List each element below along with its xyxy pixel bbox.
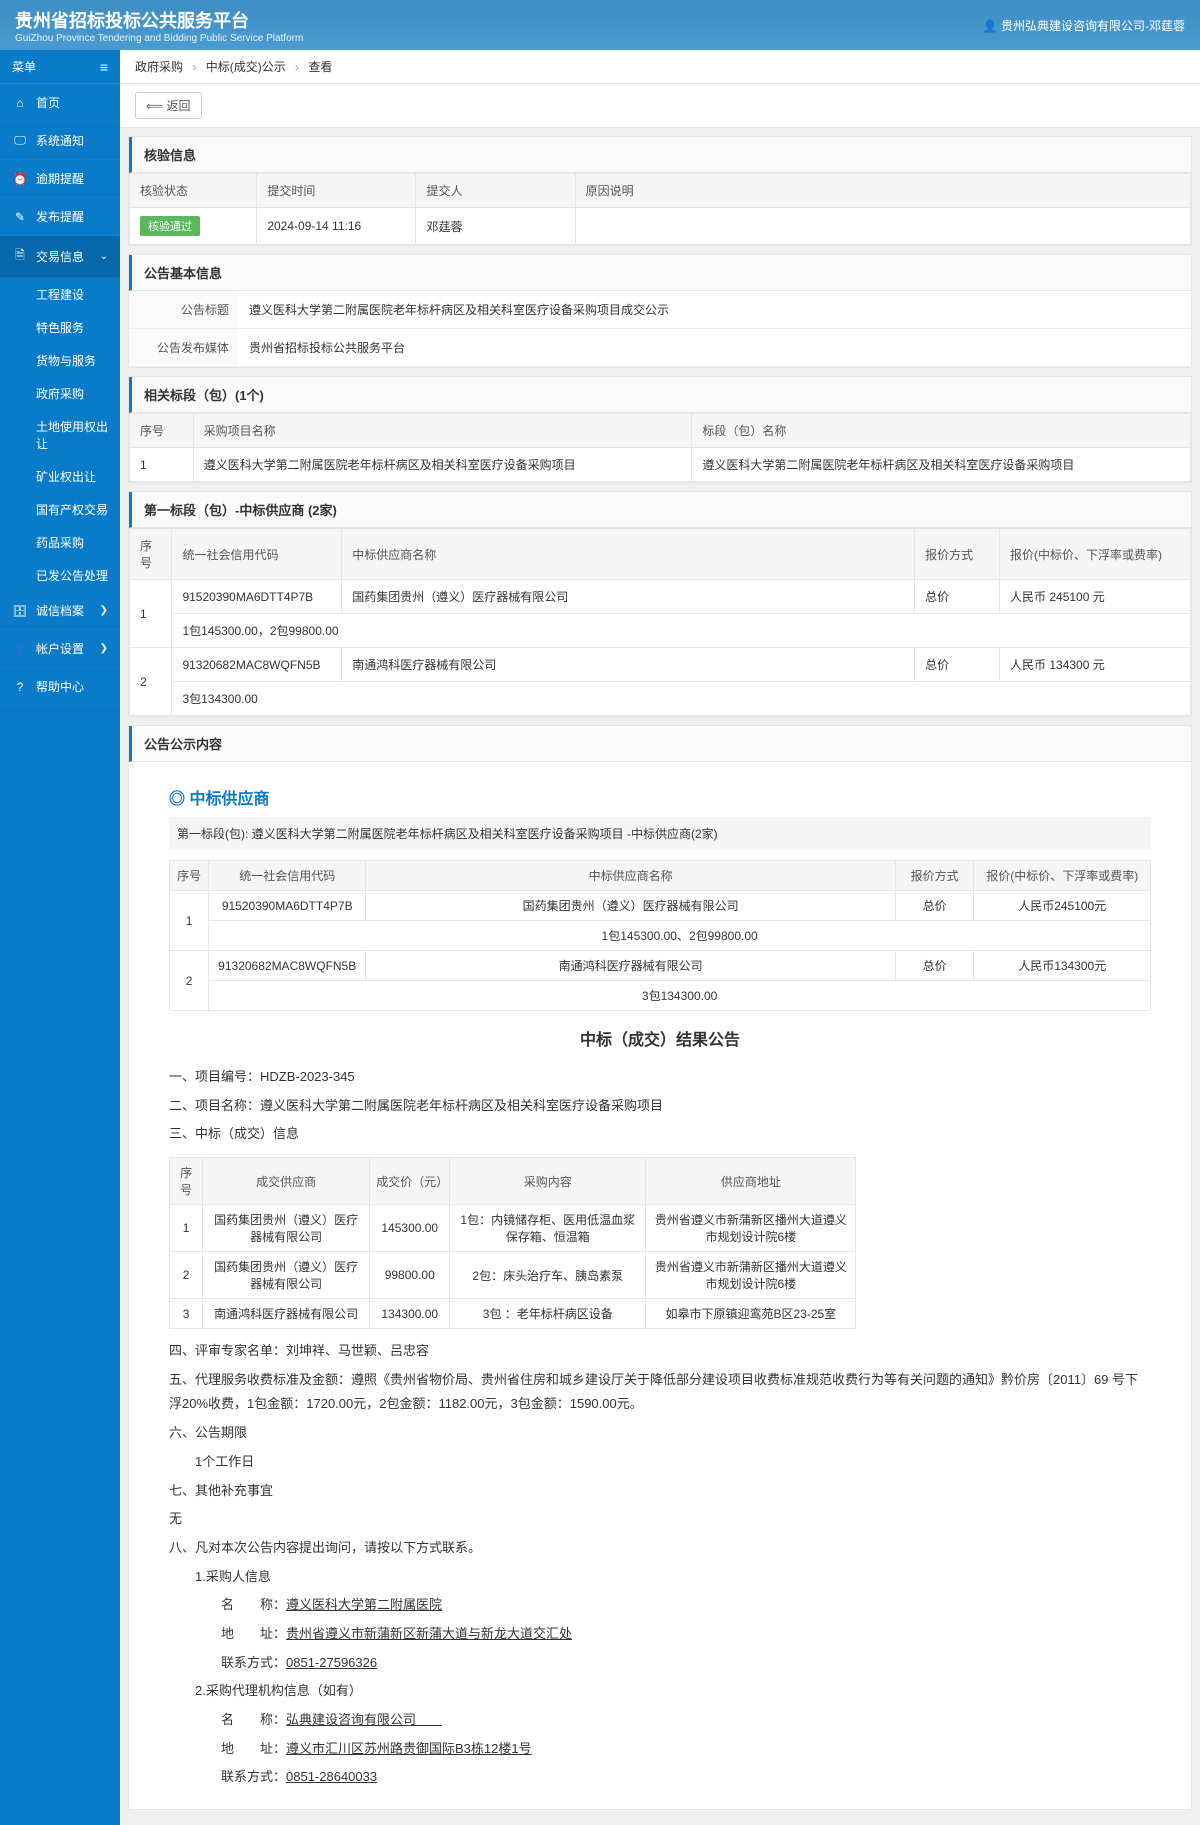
breadcrumb: 政府采购 › 中标(成交)公示 › 查看 bbox=[120, 50, 1200, 84]
verify-table: 核验状态 提交时间 提交人 原因说明 核验通过 2024-09-14 11:16… bbox=[129, 173, 1191, 245]
deal-info-h: 三、中标（成交）信息 bbox=[169, 1122, 1151, 1147]
chevron-right-icon: ❯ bbox=[100, 643, 108, 654]
sidebar: 菜单 ≡ ⌂首页🖵系统通知⏰逾期提醒✎发布提醒🗎交易信息⌄工程建设特色服务货物与… bbox=[0, 50, 120, 1825]
current-user[interactable]: 贵州弘典建设咨询有限公司-邓莛蓉 bbox=[983, 17, 1185, 34]
nav-item-0[interactable]: ⌂首页 bbox=[0, 84, 120, 122]
nav-icon: 👤 bbox=[12, 642, 28, 656]
nav-item-1[interactable]: 🖵系统通知 bbox=[0, 122, 120, 160]
buyer-h: 1.采购人信息 bbox=[169, 1565, 1151, 1590]
sub-nav-3[interactable]: 政府采购 bbox=[0, 377, 120, 410]
nav-icon: ✎ bbox=[12, 210, 28, 224]
label-announce-title: 公告标题 bbox=[129, 291, 239, 328]
app-title: 贵州省招标投标公共服务平台 bbox=[15, 11, 249, 31]
menu-label: 菜单 bbox=[12, 58, 36, 75]
sub-caption: 第一标段(包): 遵义医科大学第二附属医院老年标杆病区及相关科室医疗设备采购项目… bbox=[169, 817, 1151, 850]
crumb-1[interactable]: 政府采购 bbox=[135, 60, 183, 74]
sub-nav-4[interactable]: 土地使用权出让 bbox=[0, 410, 120, 460]
experts: 四、评审专家名单：刘坤祥、马世颖、吕忠容 bbox=[169, 1339, 1151, 1364]
related-table: 序号 采购项目名称 标段（包）名称 1 遵义医科大学第二附属医院老年标杆病区及相… bbox=[129, 413, 1191, 482]
agent-h: 2.采购代理机构信息（如有） bbox=[169, 1679, 1151, 1704]
verify-status-badge: 核验通过 bbox=[140, 216, 200, 236]
table-row: 1包145300.00，2包99800.00 bbox=[130, 614, 1191, 648]
nav-item-5[interactable]: 🗄诚信档案❯ bbox=[0, 592, 120, 630]
verify-person: 邓莛蓉 bbox=[416, 208, 575, 245]
proj-name: 二、项目名称：遵义医科大学第二附属医院老年标杆病区及相关科室医疗设备采购项目 bbox=[169, 1094, 1151, 1119]
related-panel-title: 相关标段（包）(1个) bbox=[129, 377, 1191, 413]
nav-item-4[interactable]: 🗎交易信息⌄ bbox=[0, 236, 120, 278]
deal-table: 序号成交供应商成交价（元）采购内容供应商地址1国药集团贵州（遵义）医疗器械有限公… bbox=[169, 1157, 856, 1329]
table-row: 291320682MAC8WQFN5B南通鸿科医疗器械有限公司总价人民币 134… bbox=[130, 648, 1191, 682]
other-v: 无 bbox=[169, 1507, 1151, 1532]
sub-nav-2[interactable]: 货物与服务 bbox=[0, 344, 120, 377]
table-row: 3南通鸿科医疗器械有限公司134300.003包 ：老年标杆病区设备如皋市下原镇… bbox=[170, 1299, 856, 1329]
buyer-addr: 贵州省遵义市新蒲新区新蒲大道与新龙大道交汇处 bbox=[286, 1626, 572, 1641]
buyer-name: 遵义医科大学第二附属医院 bbox=[286, 1597, 442, 1612]
table-row: 1包145300.00、2包99800.00 bbox=[170, 921, 1151, 951]
other-h: 七、其他补充事宜 bbox=[169, 1479, 1151, 1504]
agent-name: 弘典建设咨询有限公司 bbox=[286, 1712, 442, 1727]
table-row: 3包134300.00 bbox=[170, 981, 1151, 1011]
announce-supplier-table: 序号统一社会信用代码中标供应商名称报价方式报价(中标价、下浮率或费率)19152… bbox=[169, 860, 1151, 1011]
sub-nav-6[interactable]: 国有产权交易 bbox=[0, 493, 120, 526]
chevron-right-icon: ❯ bbox=[100, 605, 108, 616]
bid1-panel-title: 第一标段（包）-中标供应商 (2家) bbox=[129, 492, 1191, 528]
announce-panel-title: 公告公示内容 bbox=[129, 726, 1191, 762]
value-announce-title: 遵义医科大学第二附属医院老年标杆病区及相关科室医疗设备采购项目成交公示 bbox=[239, 291, 1191, 328]
table-row: 3包134300.00 bbox=[130, 682, 1191, 716]
app-subtitle: GuiZhou Province Tendering and Bidding P… bbox=[15, 33, 303, 44]
agent-addr: 遵义市汇川区苏州路贵御国际B3栋12楼1号 bbox=[286, 1741, 532, 1756]
table-row: 1国药集团贵州（遵义）医疗器械有限公司145300.001包：内镜储存柜、医用低… bbox=[170, 1205, 856, 1252]
nav-icon: ⏰ bbox=[12, 172, 28, 186]
period-h: 六、公告期限 bbox=[169, 1421, 1151, 1446]
verify-time: 2024-09-14 11:16 bbox=[257, 208, 416, 245]
nav-item-6[interactable]: 👤帐户设置❯ bbox=[0, 630, 120, 668]
result-title: 中标（成交）结果公告 bbox=[169, 1026, 1151, 1050]
menu-toggle-icon[interactable]: ≡ bbox=[100, 59, 108, 75]
table-row: 191520390MA6DTT4P7B国药集团贵州（遵义）医疗器械有限公司总价人… bbox=[170, 891, 1151, 921]
crumb-3: 查看 bbox=[308, 60, 332, 74]
basic-panel-title: 公告基本信息 bbox=[129, 255, 1191, 291]
table-row: 291320682MAC8WQFN5B南通鸿科医疗器械有限公司总价人民币1343… bbox=[170, 951, 1151, 981]
nav-item-7[interactable]: ?帮助中心 bbox=[0, 668, 120, 706]
crumb-2[interactable]: 中标(成交)公示 bbox=[206, 60, 286, 74]
sub-nav-0[interactable]: 工程建设 bbox=[0, 278, 120, 311]
nav-icon: 🗎 bbox=[12, 246, 28, 267]
bid1-table: 序号统一社会信用代码中标供应商名称报价方式报价(中标价、下浮率或费率)19152… bbox=[129, 528, 1191, 716]
back-button[interactable]: ⟸ 返回 bbox=[135, 92, 202, 119]
sub-nav-5[interactable]: 矿业权出让 bbox=[0, 460, 120, 493]
supplier-heading: 中标供应商 bbox=[169, 777, 1151, 817]
agent-tel: 0851-28640033 bbox=[286, 1769, 377, 1784]
contact-h: 八、凡对本次公告内容提出询问，请按以下方式联系。 bbox=[169, 1536, 1151, 1561]
chevron-down-icon: ⌄ bbox=[100, 251, 108, 262]
sub-nav-8[interactable]: 已发公告处理 bbox=[0, 559, 120, 592]
table-row: 2国药集团贵州（遵义）医疗器械有限公司99800.002包：床头治疗车、胰岛素泵… bbox=[170, 1252, 856, 1299]
fee: 五、代理服务收费标准及金额：遵照《贵州省物价局、贵州省住房和城乡建设厅关于降低部… bbox=[169, 1368, 1151, 1417]
table-row: 1 遵义医科大学第二附属医院老年标杆病区及相关科室医疗设备采购项目 遵义医科大学… bbox=[130, 448, 1191, 482]
label-media: 公告发布媒体 bbox=[129, 329, 239, 366]
period-v: 1个工作日 bbox=[169, 1450, 1151, 1475]
app-header: 贵州省招标投标公共服务平台 GuiZhou Province Tendering… bbox=[0, 0, 1200, 50]
nav-icon: ? bbox=[12, 680, 28, 694]
proj-no: 一、项目编号：HDZB-2023-345 bbox=[169, 1065, 1151, 1090]
nav-item-3[interactable]: ✎发布提醒 bbox=[0, 198, 120, 236]
sub-nav-1[interactable]: 特色服务 bbox=[0, 311, 120, 344]
verify-panel-title: 核验信息 bbox=[129, 137, 1191, 173]
value-media: 贵州省招标投标公共服务平台 bbox=[239, 329, 1191, 366]
sub-nav-7[interactable]: 药品采购 bbox=[0, 526, 120, 559]
main-content: 政府采购 › 中标(成交)公示 › 查看 ⟸ 返回 核验信息 核验状态 提交时间… bbox=[120, 50, 1200, 1825]
nav-item-2[interactable]: ⏰逾期提醒 bbox=[0, 160, 120, 198]
nav-icon: ⌂ bbox=[12, 96, 28, 110]
buyer-tel: 0851-27596326 bbox=[286, 1655, 377, 1670]
nav-icon: 🗄 bbox=[12, 604, 28, 618]
table-row: 191520390MA6DTT4P7B国药集团贵州（遵义）医疗器械有限公司总价人… bbox=[130, 580, 1191, 614]
verify-reason bbox=[575, 208, 1190, 245]
nav-icon: 🖵 bbox=[12, 133, 28, 148]
